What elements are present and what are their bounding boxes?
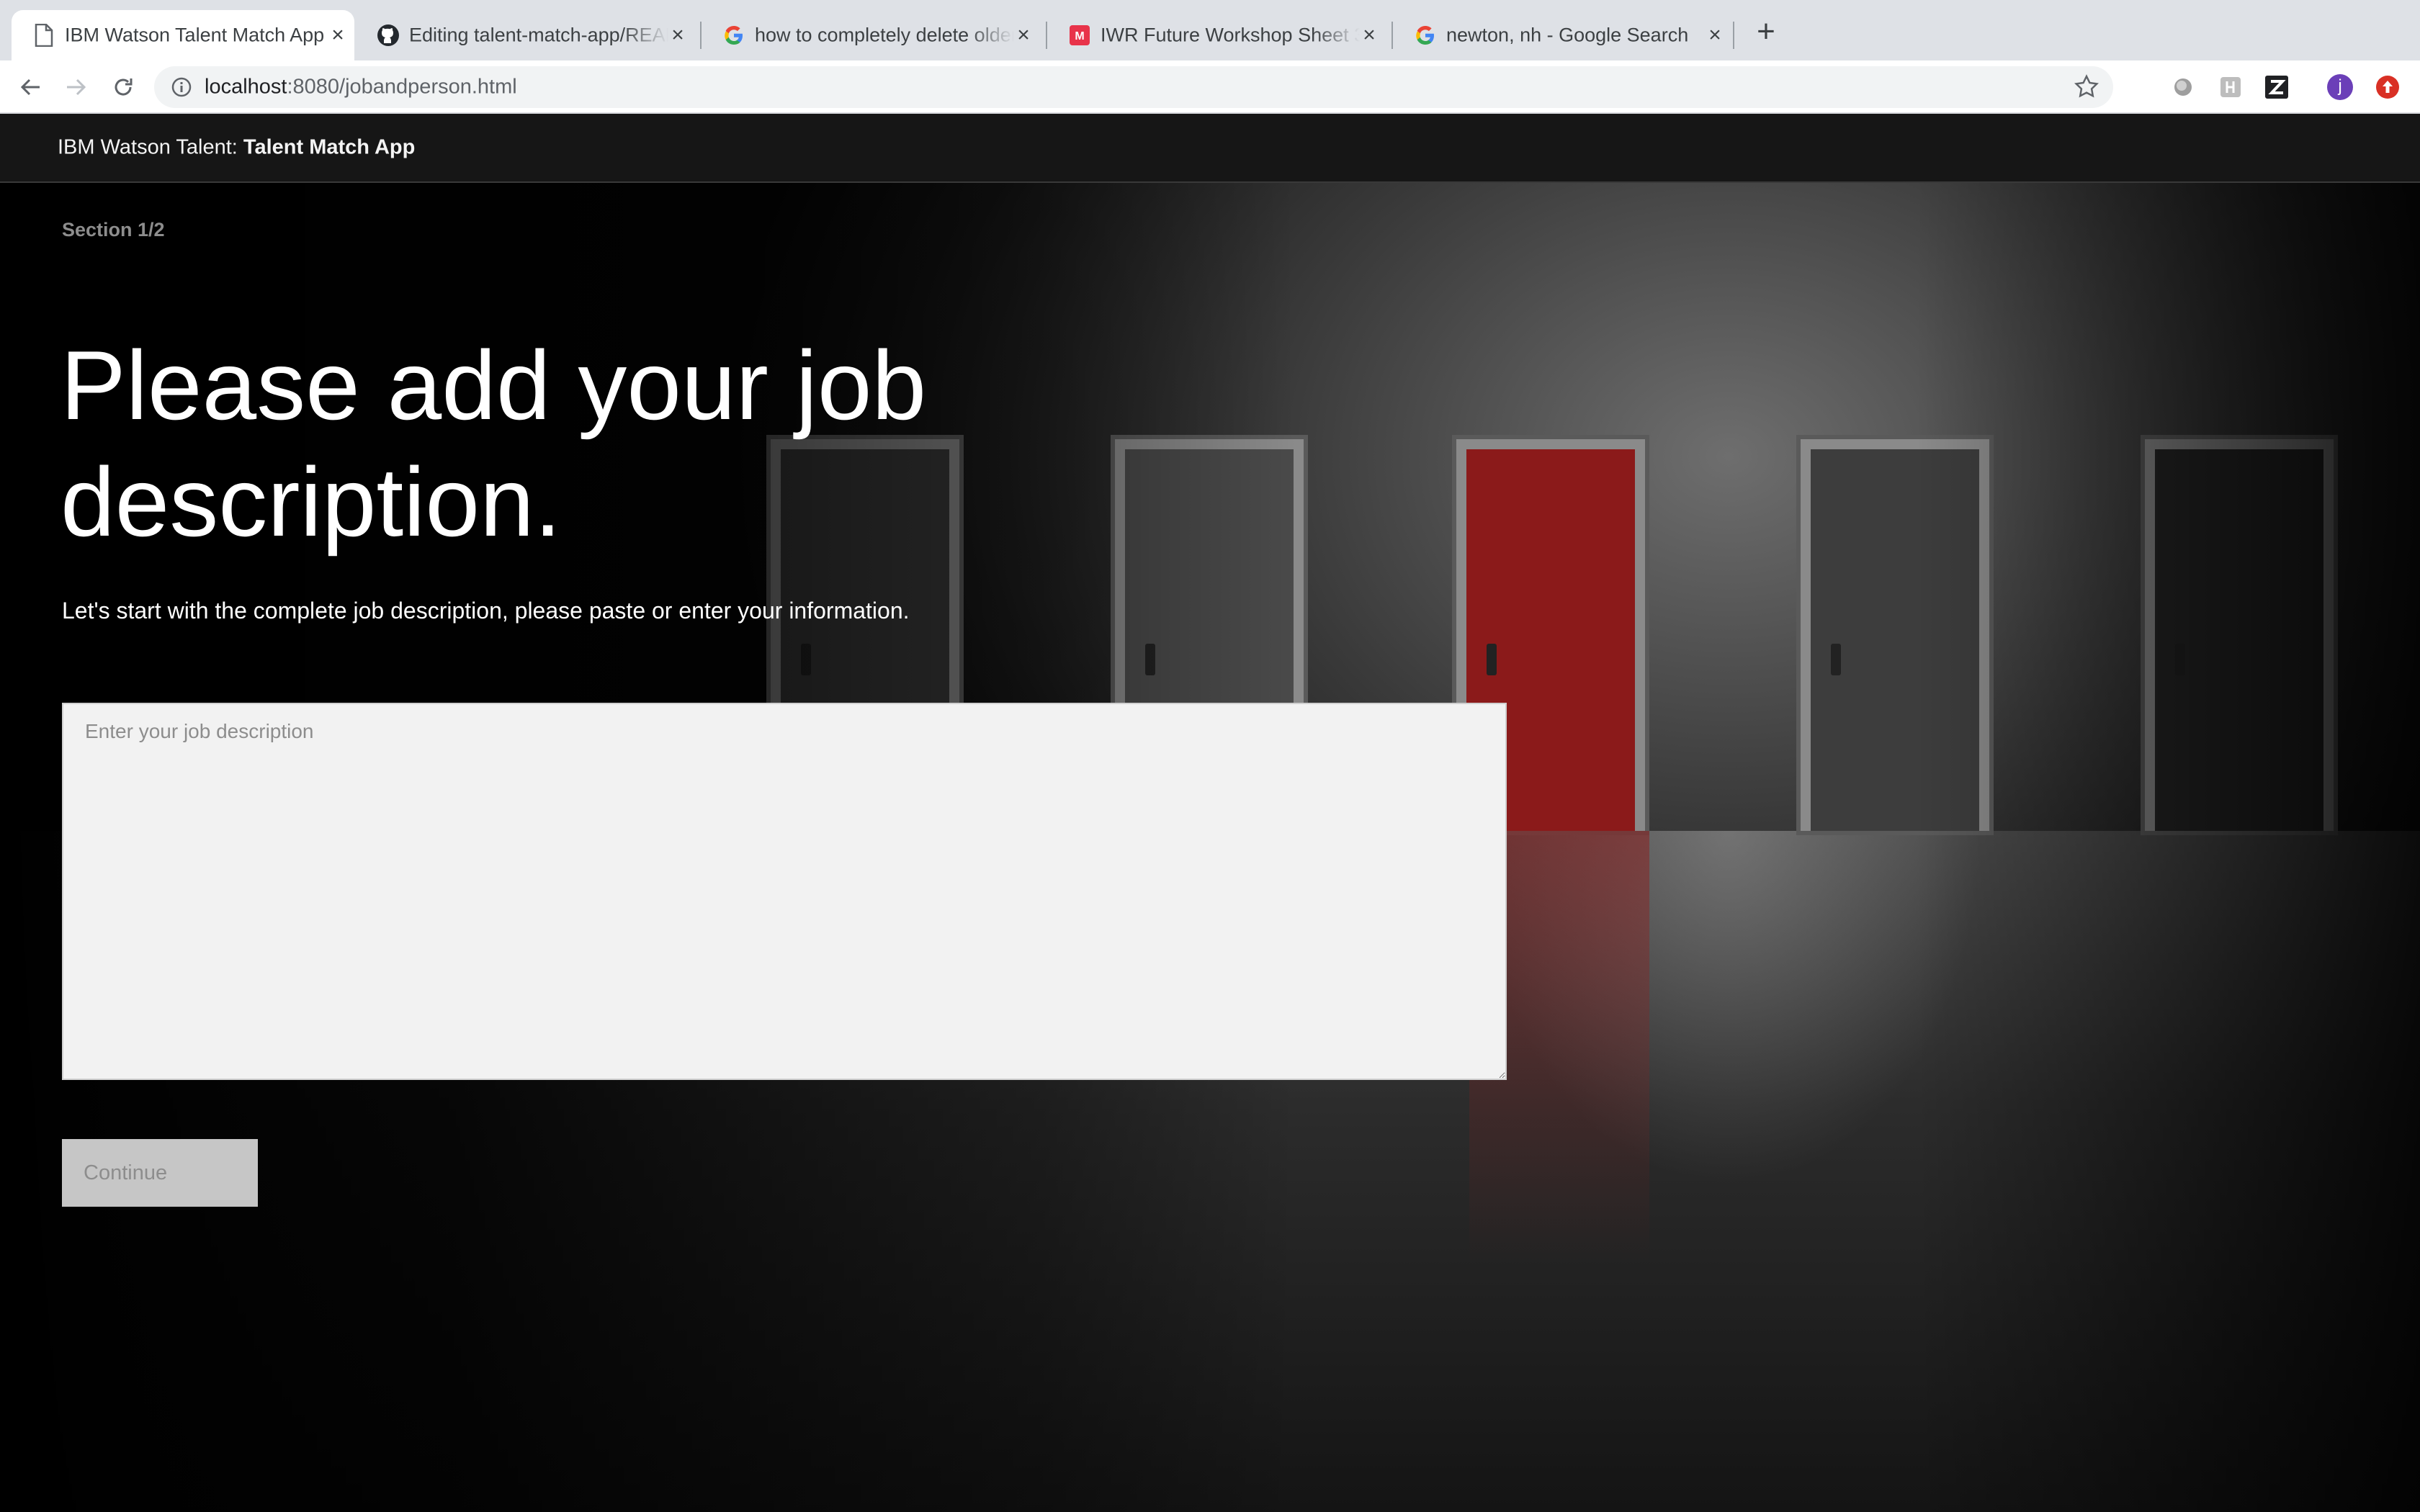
- tab-title: Editing talent-match-app/README: [409, 24, 668, 46]
- forward-arrow-icon: [67, 78, 86, 96]
- section-indicator: Section 1/2: [62, 219, 165, 240]
- close-icon[interactable]: ×: [1013, 23, 1034, 47]
- update-icon[interactable]: [2374, 73, 2401, 101]
- svg-text:M: M: [1075, 30, 1084, 42]
- google-icon: [1413, 23, 1438, 48]
- tab-title: how to completely delete older: [755, 24, 1014, 46]
- tab-github-readme[interactable]: Editing talent-match-app/README ×: [356, 10, 699, 60]
- close-icon[interactable]: ×: [327, 23, 349, 47]
- stamp-extension-icon[interactable]: [2217, 73, 2244, 101]
- hero-section: Section 1/2 Please add your job descript…: [0, 183, 2420, 1512]
- new-tab-button[interactable]: +: [1752, 14, 1780, 49]
- zotero-icon[interactable]: [2263, 73, 2290, 101]
- app-brand[interactable]: IBM Watson Talent: Talent Match App: [58, 136, 415, 160]
- browser-toolbar: localhost:8080/jobandperson.html j: [0, 60, 2420, 114]
- close-icon[interactable]: ×: [1358, 23, 1380, 47]
- profile-avatar[interactable]: j: [2326, 73, 2354, 101]
- tab-title: newton, nh - Google Search: [1446, 24, 1689, 46]
- address-bar[interactable]: localhost:8080/jobandperson.html: [154, 66, 2113, 108]
- tab-ibm-watson-talent-match[interactable]: IBM Watson Talent Match App ×: [12, 10, 354, 60]
- browser-tabstrip: IBM Watson Talent Match App × Editing ta…: [0, 0, 2420, 60]
- page-icon: [32, 23, 56, 48]
- page-title: Please add your job description.: [60, 330, 927, 557]
- tab-google-delete-older[interactable]: how to completely delete older ×: [702, 10, 1044, 60]
- miro-icon: M: [1067, 23, 1092, 48]
- back-button[interactable]: [14, 71, 48, 104]
- reload-icon: [115, 78, 133, 96]
- tab-title: IWR Future Workshop Sheet 3: [1101, 24, 1360, 46]
- continue-button[interactable]: Continue: [62, 1139, 258, 1207]
- url-text: localhost:8080/jobandperson.html: [205, 75, 517, 99]
- job-description-textarea[interactable]: [62, 703, 1507, 1080]
- circle-extension-icon[interactable]: [2169, 73, 2197, 101]
- tab-newton-nh-search[interactable]: newton, nh - Google Search ×: [1393, 10, 1736, 60]
- brand-name: Talent Match App: [243, 135, 416, 159]
- bookmark-star-icon[interactable]: [2073, 73, 2100, 101]
- forward-button[interactable]: [59, 71, 92, 104]
- close-icon[interactable]: ×: [667, 23, 689, 47]
- brand-prefix: IBM Watson Talent:: [58, 135, 238, 159]
- tab-iwr-future-workshop[interactable]: M IWR Future Workshop Sheet 3 ×: [1047, 10, 1390, 60]
- back-arrow-icon: [20, 78, 40, 96]
- github-icon: [376, 23, 400, 48]
- info-icon: [171, 77, 192, 97]
- page-subtitle: Let's start with the complete job descri…: [62, 598, 910, 624]
- reload-button[interactable]: [107, 71, 140, 104]
- close-icon[interactable]: ×: [1704, 23, 1726, 47]
- tab-divider: [1733, 22, 1734, 49]
- dark-overlay: [1916, 183, 2420, 1512]
- google-icon: [722, 23, 746, 48]
- tab-title: IBM Watson Talent Match App: [65, 24, 324, 46]
- app-header: IBM Watson Talent: Talent Match App: [0, 114, 2420, 183]
